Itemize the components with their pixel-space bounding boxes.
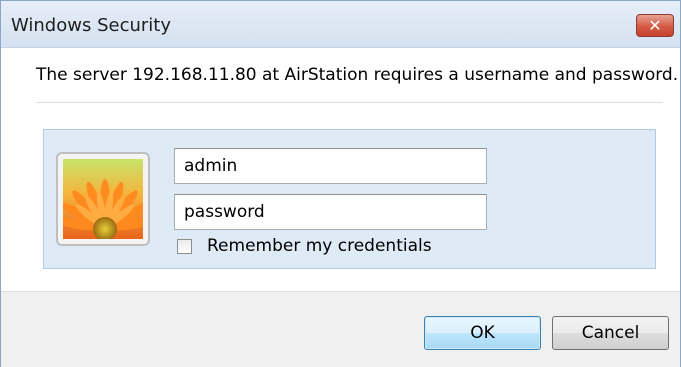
remember-credentials-label: Remember my credentials <box>207 236 432 256</box>
password-input[interactable] <box>174 194 487 230</box>
username-input[interactable] <box>174 148 487 184</box>
flower-user-tile-icon <box>63 159 143 239</box>
windows-security-dialog: Windows Security ✕ The server 192.168.11… <box>0 0 681 367</box>
window-title: Windows Security <box>11 15 171 36</box>
title-bar[interactable]: Windows Security ✕ <box>1 1 680 48</box>
remember-credentials-option[interactable]: Remember my credentials <box>177 236 432 256</box>
ok-button[interactable]: OK <box>424 316 541 350</box>
user-tile-avatar <box>56 152 150 246</box>
cancel-button[interactable]: Cancel <box>552 316 669 350</box>
credential-tile: Remember my credentials <box>43 129 656 269</box>
remember-credentials-checkbox[interactable] <box>177 238 192 254</box>
close-icon: ✕ <box>648 15 662 35</box>
prompt-message: The server 192.168.11.80 at AirStation r… <box>36 65 679 85</box>
separator <box>36 102 663 103</box>
close-button[interactable]: ✕ <box>636 14 674 37</box>
button-bar: OK Cancel <box>1 291 680 367</box>
